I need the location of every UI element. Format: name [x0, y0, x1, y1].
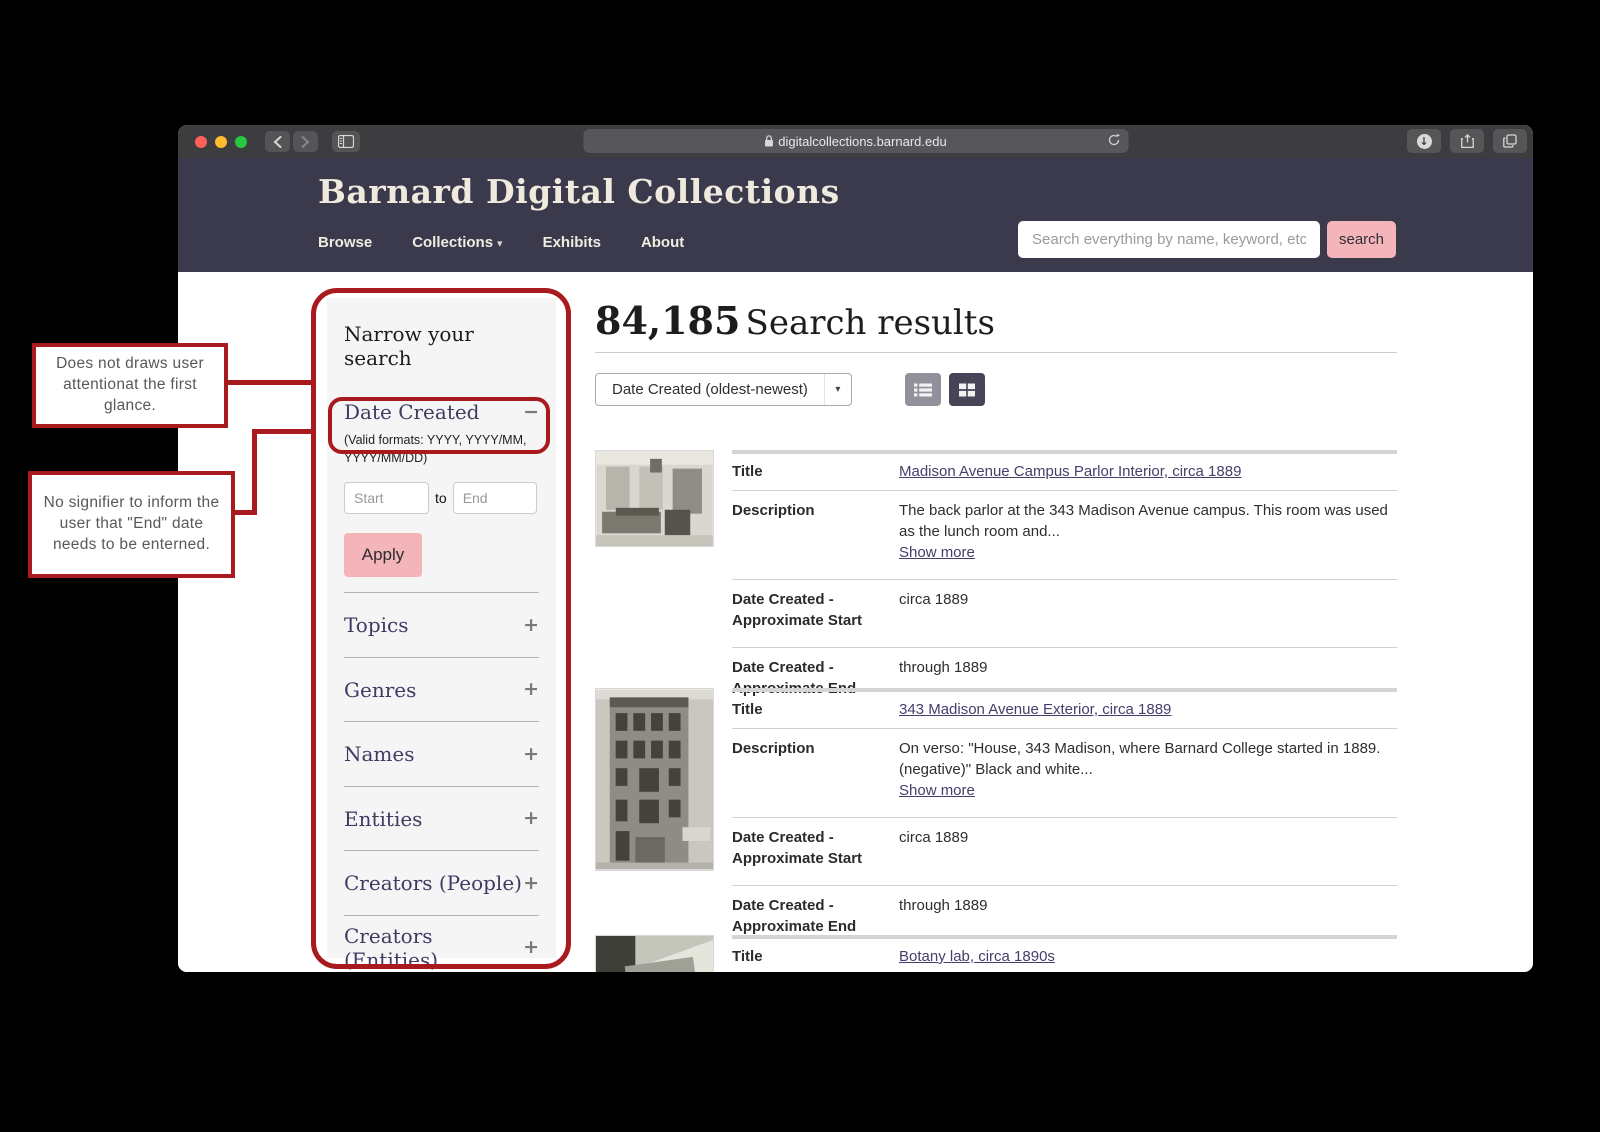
result-title-link[interactable]: 343 Madison Avenue Exterior, circa 1889 — [899, 701, 1171, 718]
main-nav: Browse Collections ▾ Exhibits About — [318, 234, 684, 251]
sort-dropdown[interactable]: Date Created (oldest-newest) ▾ — [595, 373, 852, 406]
forward-button[interactable] — [293, 131, 318, 152]
facet-entities[interactable]: Entities + — [344, 787, 539, 852]
zoom-window-button[interactable] — [235, 135, 247, 148]
show-more-link[interactable]: Show more — [899, 780, 975, 801]
field-label: Date Created - Approximate Start — [732, 591, 863, 629]
annotated-screenshot-canvas: digitalcollections.barnard.edu ↓ Barnard… — [0, 0, 1600, 1132]
field-label: Description — [732, 740, 815, 757]
apply-button[interactable]: Apply — [344, 533, 422, 578]
field-label: Date Created - Approximate End — [732, 897, 857, 935]
minimize-window-button[interactable] — [215, 135, 227, 148]
expand-icon[interactable]: + — [523, 809, 539, 828]
result-thumbnail[interactable] — [595, 935, 714, 972]
result-description: The back parlor at the 343 Madison Avenu… — [899, 502, 1388, 563]
grid-view-toggle[interactable] — [948, 373, 985, 406]
collapse-icon[interactable]: − — [523, 402, 539, 422]
expand-icon[interactable]: + — [523, 680, 539, 699]
results-heading-text: Search results — [745, 303, 995, 343]
chevron-down-icon: ▾ — [823, 374, 851, 405]
result-item-3: Title Botany lab, circa 1890s — [595, 935, 1397, 972]
botany-lab-photo — [595, 935, 714, 972]
date-format-hint: (Valid formats: YYYY, YYYY/MM, YYYY/MM/D… — [344, 433, 527, 466]
nav-browse[interactable]: Browse — [318, 234, 372, 251]
nav-collections[interactable]: Collections ▾ — [412, 234, 502, 251]
site-title: Barnard Digital Collections — [318, 172, 840, 211]
traffic-lights — [195, 135, 247, 148]
results-count: 84,185 — [595, 298, 741, 343]
result-thumbnail[interactable] — [595, 450, 714, 715]
chevron-down-icon: ▾ — [497, 237, 503, 250]
panel-title: Narrow your search — [344, 322, 474, 370]
reload-button[interactable] — [1107, 133, 1120, 150]
date-start-value: circa 1889 — [899, 829, 969, 846]
reload-icon — [1108, 133, 1120, 146]
results-divider — [595, 352, 1397, 353]
result-fields-table: Title Botany lab, circa 1890s — [732, 935, 1397, 972]
chevron-left-icon — [273, 135, 282, 148]
result-item-2: Title 343 Madison Avenue Exterior, circa… — [595, 688, 1397, 953]
page-content: Narrow your search Date Created − (Valid… — [178, 272, 1533, 972]
sidebar-icon — [338, 135, 354, 148]
facet-topics[interactable]: Topics + — [344, 593, 539, 658]
expand-icon[interactable]: + — [523, 615, 539, 635]
field-label: Title — [732, 701, 763, 718]
nav-exhibits[interactable]: Exhibits — [543, 234, 601, 251]
show-all-tabs-button[interactable] — [1493, 129, 1527, 153]
result-thumbnail[interactable] — [595, 688, 714, 953]
facet-names[interactable]: Names + — [344, 722, 539, 787]
building-exterior-photo — [595, 688, 714, 871]
nav-about[interactable]: About — [641, 234, 684, 251]
field-label: Date Created - Approximate Start — [732, 829, 863, 867]
sidebar-toggle-button[interactable] — [332, 131, 360, 152]
share-icon — [1460, 133, 1474, 148]
facet-creators-people[interactable]: Creators (People) + — [344, 851, 539, 916]
date-start-input[interactable] — [344, 482, 429, 515]
result-fields-table: Title 343 Madison Avenue Exterior, circa… — [732, 688, 1397, 953]
facet-creators-entities[interactable]: Creators (Entities) + — [344, 916, 539, 972]
expand-icon[interactable]: + — [523, 744, 539, 764]
date-end-input[interactable] — [452, 482, 537, 515]
expand-icon[interactable]: + — [523, 938, 539, 957]
facet-date-created[interactable]: Date Created — [344, 400, 480, 424]
download-icon: ↓ — [1416, 133, 1432, 149]
list-view-icon — [913, 383, 932, 396]
show-more-link[interactable]: Show more — [899, 542, 975, 563]
sort-selected-value: Date Created (oldest-newest) — [612, 381, 808, 398]
site-search-button[interactable]: search — [1327, 221, 1396, 258]
date-start-value: circa 1889 — [899, 591, 969, 608]
results-heading: 84,185 Search results — [595, 298, 995, 343]
result-fields-table: Title Madison Avenue Campus Parlor Inter… — [732, 450, 1397, 715]
result-title-link[interactable]: Botany lab, circa 1890s — [899, 948, 1055, 965]
result-item-1: Title Madison Avenue Campus Parlor Inter… — [595, 450, 1397, 715]
browser-window: digitalcollections.barnard.edu ↓ Barnard… — [178, 125, 1533, 972]
lock-icon — [764, 135, 773, 147]
to-label: to — [435, 490, 447, 507]
narrow-search-panel: Narrow your search Date Created − (Valid… — [327, 298, 556, 972]
share-button[interactable] — [1450, 129, 1484, 153]
site-header: Barnard Digital Collections Browse Colle… — [178, 158, 1533, 272]
site-search-input[interactable] — [1018, 221, 1320, 258]
url-text: digitalcollections.barnard.edu — [778, 133, 947, 149]
chevron-right-icon — [301, 135, 310, 148]
browser-chrome: digitalcollections.barnard.edu ↓ — [178, 125, 1533, 158]
list-view-toggle[interactable] — [904, 373, 941, 406]
downloads-button[interactable]: ↓ — [1407, 129, 1441, 153]
expand-icon[interactable]: + — [523, 873, 539, 893]
date-end-value: through 1889 — [899, 897, 988, 914]
tabs-overview-icon — [1503, 134, 1517, 148]
result-title-link[interactable]: Madison Avenue Campus Parlor Interior, c… — [899, 463, 1241, 480]
field-label: Title — [732, 948, 763, 965]
close-window-button[interactable] — [195, 135, 207, 148]
facet-genres[interactable]: Genres + — [344, 658, 539, 723]
result-description: On verso: "House, 343 Madison, where Bar… — [899, 740, 1381, 801]
back-button[interactable] — [265, 131, 290, 152]
facet-list: Topics + Genres + Names + Entities + Cre… — [344, 592, 539, 972]
field-label: Title — [732, 463, 763, 480]
address-bar[interactable]: digitalcollections.barnard.edu — [583, 129, 1128, 153]
parlor-interior-photo — [595, 450, 714, 547]
field-label: Description — [732, 502, 815, 519]
grid-view-icon — [958, 383, 975, 396]
